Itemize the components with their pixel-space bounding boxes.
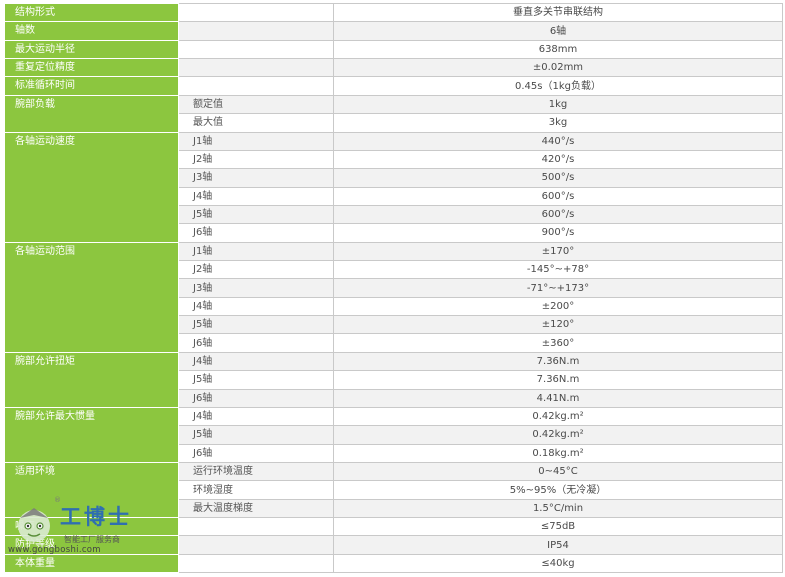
subcategory-cell: J4轴	[178, 296, 334, 317]
table-row: 腕部负载 额定值 1kg	[4, 94, 783, 133]
subcategory-cell: J2轴	[178, 260, 334, 280]
value-cell: 600°/s	[333, 186, 783, 206]
value-cell: 3kg	[333, 113, 783, 133]
subcategory-cell	[178, 39, 334, 60]
value-cell: 440°/s	[333, 131, 783, 151]
value-cell: 638mm	[333, 39, 783, 60]
subcategory-cell	[178, 553, 334, 574]
category-cell: 防护等级	[4, 535, 179, 555]
table-row: 轴数 6轴	[4, 21, 783, 41]
table-row: 腕部允许扭矩 J4轴 7.36N.m	[4, 351, 783, 408]
value-cell: 600°/s	[333, 204, 783, 225]
subcategory-cell: J6轴	[178, 223, 334, 243]
subcategory-cell: J4轴	[178, 406, 334, 427]
category-cell: 各轴运动速度	[4, 131, 179, 243]
value-cell: IP54	[333, 535, 783, 555]
value-cell: 垂直多关节串联结构	[333, 2, 783, 23]
table-row: 噪声 ≤75dB	[4, 517, 783, 537]
subcategory-cell	[178, 535, 334, 555]
subcategory-cell: J1轴	[178, 241, 334, 262]
value-cell: 1kg	[333, 94, 783, 115]
subcategory-cell	[178, 2, 334, 23]
subcategory-cell: 额定值	[178, 94, 334, 115]
value-cell: 0~45°C	[333, 461, 783, 482]
table-row: 本体重量 ≤40kg	[4, 553, 783, 574]
value-cell: 0.42kg.m²	[333, 425, 783, 445]
subcategory-cell: 运行环境温度	[178, 461, 334, 482]
subcategory-cell: J6轴	[178, 388, 334, 408]
table-row: 重复定位精度 ±0.02mm	[4, 58, 783, 78]
spec-table: 结构形式 垂直多关节串联结构轴数 6轴最大运动半径 638mm 重复定位精度 ±0.02m…	[4, 2, 783, 574]
table-row: 腕部允许最大惯量 J4轴 0.42kg.m²	[4, 406, 783, 463]
subcategory-cell	[178, 58, 334, 78]
subcategory-cell: 最大值	[178, 113, 334, 133]
value-cell: ≤75dB	[333, 517, 783, 537]
value-cell: 500°/s	[333, 168, 783, 188]
value-cell: ±200°	[333, 296, 783, 317]
table-row: 最大运动半径 638mm	[4, 39, 783, 60]
subcategory-cell: J6轴	[178, 443, 334, 463]
category-cell: 各轴运动范围	[4, 241, 179, 353]
subcategory-cell: 最大温度梯度	[178, 498, 334, 519]
value-cell: 1.5°C/min	[333, 498, 783, 519]
category-cell: 噪声	[4, 517, 179, 537]
subcategory-cell: J3轴	[178, 278, 334, 298]
value-cell: 900°/s	[333, 223, 783, 243]
subcategory-cell: J4轴	[178, 351, 334, 372]
value-cell: 0.42kg.m²	[333, 406, 783, 427]
subcategory-cell: 环境湿度	[178, 480, 334, 500]
value-cell: 7.36N.m	[333, 370, 783, 390]
value-cell: 4.41N.m	[333, 388, 783, 408]
value-cell: -145°~+78°	[333, 260, 783, 280]
value-cell: ±0.02mm	[333, 58, 783, 78]
value-cell: 0.18kg.m²	[333, 443, 783, 463]
subcategory-cell: J5轴	[178, 315, 334, 335]
value-cell: 6轴	[333, 21, 783, 41]
subcategory-cell: J1轴	[178, 131, 334, 151]
table-row: 标准循环时间 0.45s（1kg负载）	[4, 76, 783, 96]
subcategory-cell: J5轴	[178, 425, 334, 445]
value-cell: -71°~+173°	[333, 278, 783, 298]
value-cell: 0.45s（1kg负载）	[333, 76, 783, 96]
subcategory-cell: J3轴	[178, 168, 334, 188]
category-cell: 腕部允许扭矩	[4, 351, 179, 408]
value-cell: 7.36N.m	[333, 351, 783, 372]
value-cell: 420°/s	[333, 149, 783, 170]
subcategory-cell: J4轴	[178, 186, 334, 206]
value-cell: ±360°	[333, 333, 783, 353]
table-row: 各轴运动范围 J1轴 ±170°	[4, 241, 783, 353]
subcategory-cell: J5轴	[178, 370, 334, 390]
value-cell: ±120°	[333, 315, 783, 335]
table-row: 防护等级 IP54	[4, 535, 783, 555]
subcategory-cell: J2轴	[178, 149, 334, 170]
subcategory-cell	[178, 76, 334, 96]
category-cell: 标准循环时间	[4, 76, 179, 96]
category-cell: 最大运动半径	[4, 39, 179, 60]
value-cell: 5%~95%（无冷凝）	[333, 480, 783, 500]
subcategory-cell	[178, 517, 334, 537]
table-row: 结构形式 垂直多关节串联结构	[4, 2, 783, 23]
category-cell: 重复定位精度	[4, 58, 179, 78]
category-cell: 轴数	[4, 21, 179, 41]
value-cell: ±170°	[333, 241, 783, 262]
subcategory-cell: J5轴	[178, 204, 334, 225]
subcategory-cell	[178, 21, 334, 41]
category-cell: 本体重量	[4, 553, 179, 574]
value-cell: ≤40kg	[333, 553, 783, 574]
table-row: 各轴运动速度 J1轴 440°/s	[4, 131, 783, 243]
category-cell: 结构形式	[4, 2, 179, 23]
category-cell: 腕部允许最大惯量	[4, 406, 179, 463]
category-cell: 适用环境	[4, 461, 179, 519]
table-row: 适用环境 运行环境温度 0~45°C	[4, 461, 783, 519]
category-cell: 腕部负载	[4, 94, 179, 133]
subcategory-cell: J6轴	[178, 333, 334, 353]
